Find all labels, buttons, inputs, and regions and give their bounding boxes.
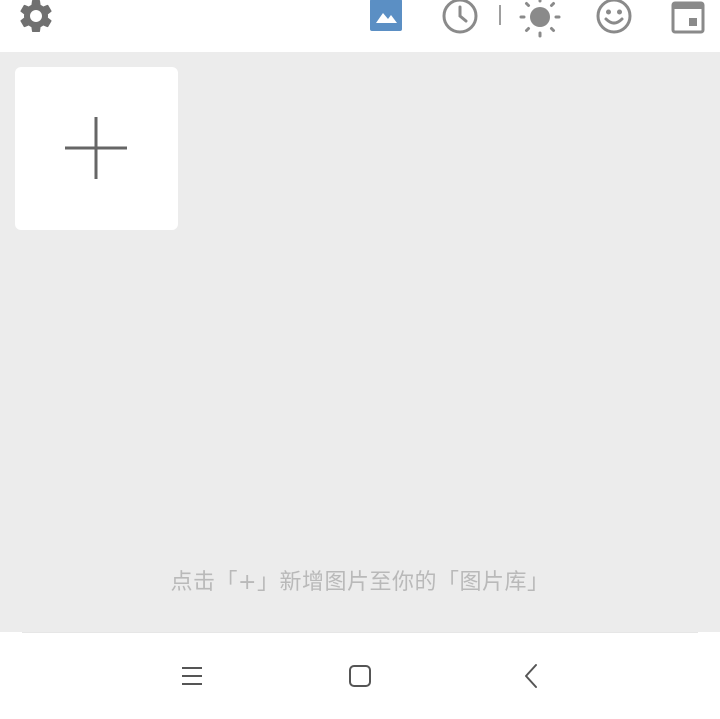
home-icon[interactable]	[340, 661, 380, 693]
add-image-button[interactable]	[15, 67, 178, 230]
clock-icon[interactable]	[440, 0, 480, 36]
sun-icon[interactable]	[518, 0, 562, 39]
system-nav-bar	[0, 633, 720, 719]
smiley-icon[interactable]	[594, 0, 634, 36]
image-icon[interactable]	[368, 0, 404, 33]
empty-state-hint: 点击「+」新增图片至你的「图片库」	[170, 570, 550, 595]
top-toolbar	[0, 0, 720, 52]
back-icon[interactable]	[512, 661, 552, 693]
calendar-icon[interactable]	[668, 0, 708, 36]
plus-icon	[65, 117, 127, 179]
gear-icon[interactable]	[16, 0, 56, 36]
toolbar-divider	[499, 5, 501, 25]
image-library-area: 点击「+」新增图片至你的「图片库」	[0, 52, 720, 632]
app-screen: 点击「+」新增图片至你的「图片库」	[0, 0, 720, 719]
menu-icon[interactable]	[172, 661, 212, 693]
